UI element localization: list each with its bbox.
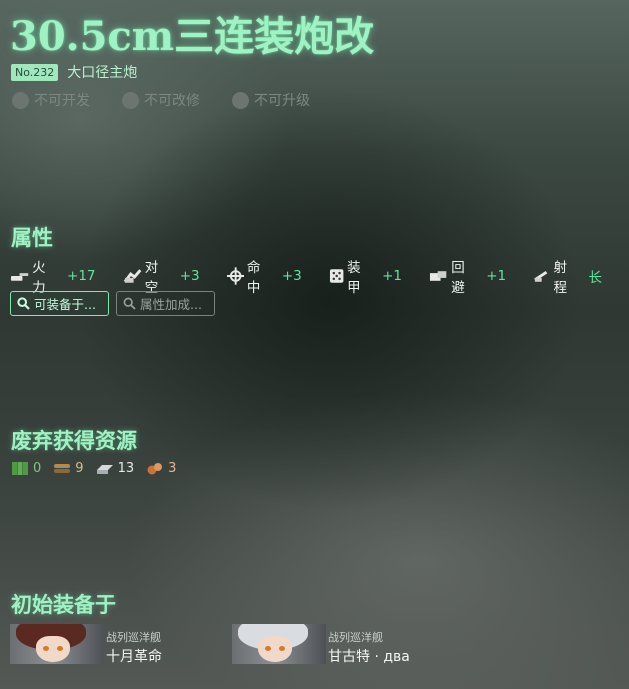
resource-value: 13 (117, 460, 135, 476)
stats-row: 火力 +17 对空 +3 命中 +3 装甲 +1 回避 +1 射程 长 (10, 256, 629, 296)
eye-shape (57, 646, 63, 651)
flag-improve: 不可改修 (122, 90, 232, 110)
stat-evasion: 回避 +1 (429, 256, 506, 296)
eye-shape (279, 646, 285, 651)
equippable-button-label: 可装备于... (34, 297, 96, 312)
stat-value: 长 (588, 270, 602, 286)
status-dot-icon (12, 91, 29, 109)
bauxite-icon (147, 463, 163, 475)
equipment-category: 大口径主炮 (67, 65, 138, 81)
ship-type: 战列巡洋舰 (106, 631, 161, 644)
stat-label: 装甲 (347, 260, 361, 296)
stat-label: 射程 (553, 260, 567, 296)
resource-value: 0 (33, 460, 42, 476)
firepower-icon (10, 273, 29, 281)
accuracy-icon (226, 267, 244, 285)
equipment-title: 30.5cm三连装炮改 (10, 13, 375, 60)
initial-equip-heading: 初始装备于 (11, 592, 116, 617)
bonus-button[interactable]: 属性加成... (116, 291, 215, 316)
evasion-icon (429, 271, 447, 281)
resource-fuel: 0 (11, 460, 41, 476)
search-icon (123, 297, 136, 310)
stat-value: +1 (382, 268, 402, 284)
stat-label: 命中 (246, 260, 261, 296)
ship-name: 十月革命 (106, 649, 162, 665)
face-shape (36, 636, 70, 662)
ship-card[interactable]: 战列巡洋舰 十月革命 (10, 624, 232, 666)
eye-shape (265, 646, 271, 651)
equipment-flags: 不可开发 不可改修 不可升级 (12, 90, 342, 110)
stat-value: +17 (67, 268, 96, 284)
ammo-icon (54, 464, 71, 473)
ship-type: 战列巡洋舰 (328, 631, 383, 644)
stat-value: +1 (486, 268, 507, 284)
resource-bauxite: 3 (146, 460, 176, 476)
stat-anti-air: 对空 +3 (123, 256, 200, 296)
ship-avatar (10, 624, 104, 664)
range-icon (534, 270, 548, 282)
ship-info: 战列巡洋舰 十月革命 (106, 624, 162, 666)
steel-icon (96, 465, 113, 474)
resource-value: 9 (75, 460, 84, 476)
stat-label: 火力 (32, 260, 46, 296)
stats-heading: 属性 (11, 225, 53, 250)
face-shape (258, 636, 292, 662)
ship-name: 甘古特 · два (328, 649, 410, 665)
ship-card[interactable]: 战列巡洋舰 甘古特 · два (232, 624, 454, 666)
flag-upgrade-label: 不可升级 (254, 93, 310, 109)
resource-ammo: 9 (53, 460, 84, 476)
stat-label: 回避 (451, 260, 465, 296)
ship-list: 战列巡洋舰 十月革命 战列巡洋舰 甘古特 · два (10, 624, 454, 666)
fuel-icon (12, 462, 28, 475)
ship-info: 战列巡洋舰 甘古特 · два (328, 624, 410, 666)
equippable-button[interactable]: 可装备于... (10, 291, 109, 316)
status-dot-icon (122, 91, 139, 109)
flag-develop: 不可开发 (12, 90, 122, 110)
stat-armor: 装甲 +1 (329, 256, 402, 296)
ship-avatar (232, 624, 326, 664)
equipment-id-row: No.232 大口径主炮 (11, 62, 137, 82)
bonus-button-label: 属性加成... (140, 297, 202, 312)
search-icon (17, 297, 30, 310)
stat-value: +3 (179, 268, 200, 284)
equipment-number-badge: No.232 (11, 63, 59, 81)
stat-accuracy: 命中 +3 (226, 256, 302, 296)
stat-label: 对空 (144, 260, 159, 296)
resource-steel: 13 (96, 460, 135, 476)
flag-upgrade: 不可升级 (232, 90, 342, 110)
eye-shape (43, 646, 49, 651)
flag-improve-label: 不可改修 (144, 93, 200, 109)
action-buttons: 可装备于... 属性加成... (10, 291, 215, 316)
anti-air-icon (123, 269, 141, 283)
armor-icon (329, 269, 344, 283)
stat-value: +3 (281, 268, 302, 284)
flag-develop-label: 不可开发 (34, 93, 90, 109)
scrap-heading: 废弃获得资源 (11, 428, 137, 453)
resource-value: 3 (168, 460, 177, 476)
stat-range: 射程 长 (533, 256, 602, 296)
scrap-resources: 0 9 13 3 (11, 460, 188, 476)
status-dot-icon (232, 91, 249, 109)
stat-firepower: 火力 +17 (10, 256, 96, 296)
